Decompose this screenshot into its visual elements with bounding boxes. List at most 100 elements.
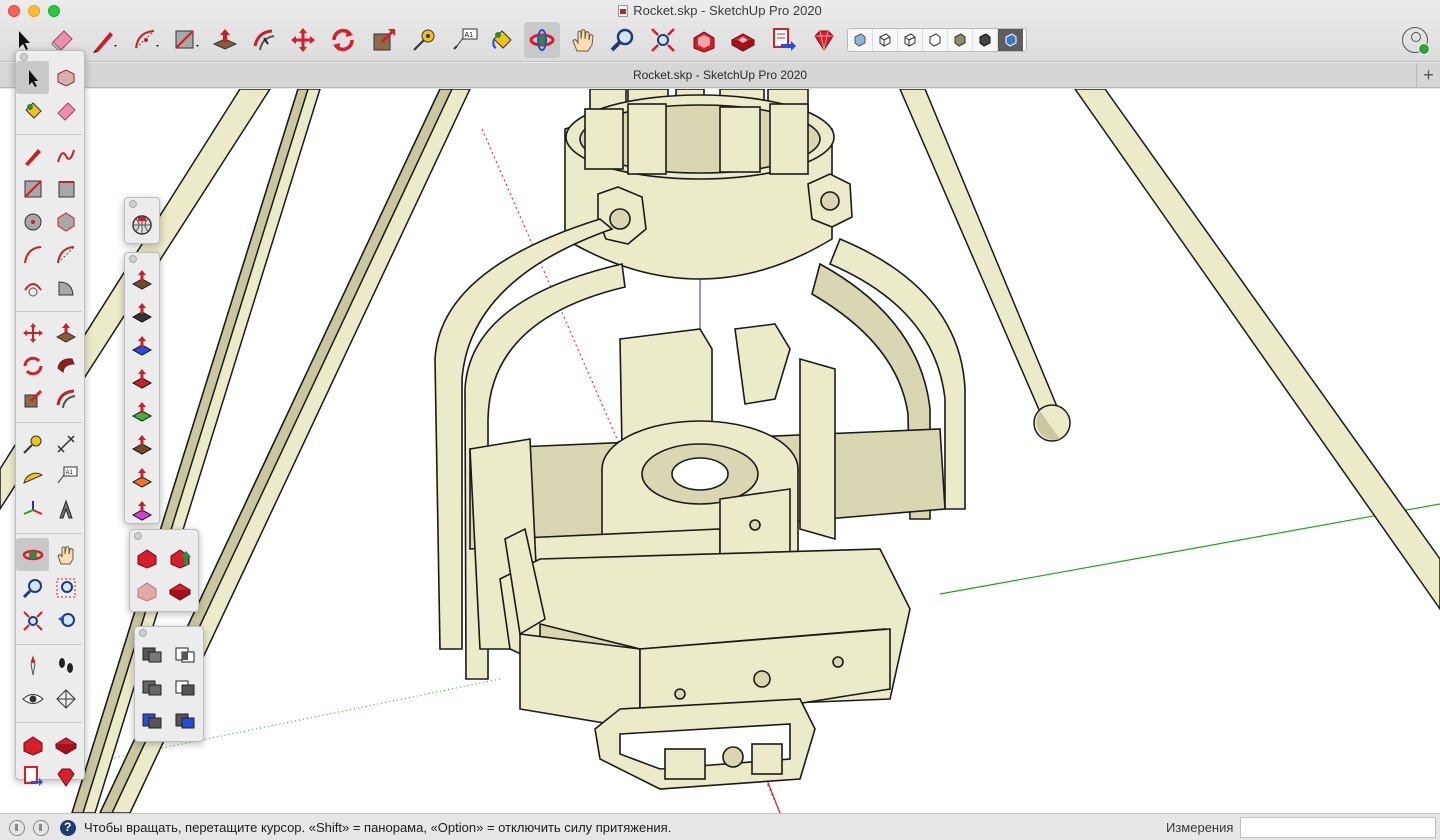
- palette-polygon-button[interactable]: [49, 205, 82, 238]
- palette-3d-warehouse-button[interactable]: [16, 727, 49, 760]
- palette-rotate-button[interactable]: [16, 349, 49, 382]
- get-models-button[interactable]: [130, 540, 163, 573]
- arc-tool-button[interactable]: [128, 22, 164, 58]
- palette-select-button[interactable]: [16, 61, 49, 94]
- palette-zoom-extents-button[interactable]: [16, 604, 49, 637]
- palette-rotated-rectangle-button[interactable]: [49, 172, 82, 205]
- upload-model-button[interactable]: [163, 540, 196, 573]
- palette-tape-measure-button[interactable]: [16, 427, 49, 460]
- monochrome-style-button[interactable]: [998, 29, 1023, 51]
- palette-extension-manager-button[interactable]: [49, 760, 82, 793]
- new-tab-button[interactable]: +: [1416, 63, 1440, 88]
- palette-eraser-button[interactable]: [49, 94, 82, 127]
- sandbox-tool-2-button[interactable]: [125, 296, 158, 329]
- palette-orbit-button[interactable]: [16, 538, 49, 571]
- paint-bucket-tool-button[interactable]: [484, 22, 520, 58]
- palette-3d-text-button[interactable]: [49, 493, 82, 526]
- palette-axes-button[interactable]: [16, 493, 49, 526]
- palette-dimension-button[interactable]: [49, 427, 82, 460]
- sandbox-tool-5-button[interactable]: [125, 395, 158, 428]
- back-edges-style-button[interactable]: [873, 29, 898, 51]
- shaded-textures-style-button[interactable]: [973, 29, 998, 51]
- rectangle-tool-button[interactable]: [168, 22, 204, 58]
- share-model-tool-button[interactable]: [765, 22, 801, 58]
- palette-zoom-button[interactable]: [16, 571, 49, 604]
- scale-tool-button[interactable]: [366, 22, 402, 58]
- palette-freehand-button[interactable]: [49, 139, 82, 172]
- account-profile-icon[interactable]: [1402, 27, 1430, 55]
- subtract-button[interactable]: [168, 670, 201, 703]
- palette-scale-button[interactable]: [16, 382, 49, 415]
- sandbox-tool-1-button[interactable]: [125, 263, 158, 296]
- offset-tool-button[interactable]: [246, 22, 282, 58]
- line-tool-button[interactable]: [86, 22, 122, 58]
- palette-zoom-window-button[interactable]: [49, 571, 82, 604]
- geo-location-icon[interactable]: [9, 820, 25, 836]
- hidden-line-style-button[interactable]: [923, 29, 948, 51]
- rotate-tool-button[interactable]: [325, 22, 361, 58]
- palette-text-button[interactable]: A1: [49, 460, 82, 493]
- instructor-help-icon[interactable]: [60, 820, 76, 836]
- palette-follow-me-button[interactable]: [49, 349, 82, 382]
- share-component-button[interactable]: [130, 573, 163, 606]
- 3d-warehouse-globe-button[interactable]: [125, 208, 158, 241]
- wireframe-style-button[interactable]: [898, 29, 923, 51]
- measurements-input[interactable]: [1240, 817, 1436, 838]
- palette-drag-handle[interactable]: [125, 253, 159, 263]
- title-bar: Rocket.skp - SketchUp Pro 2020 A1: [0, 0, 1440, 62]
- 3d-warehouse-tool-button[interactable]: [686, 22, 722, 58]
- palette-section-plane-button[interactable]: [49, 682, 82, 715]
- palette-drag-handle[interactable]: [135, 627, 203, 637]
- tape-measure-tool-button[interactable]: [406, 22, 442, 58]
- palette-previous-view-button[interactable]: [49, 604, 82, 637]
- orbit-tool-button[interactable]: [524, 22, 560, 58]
- palette-arc-button[interactable]: [16, 238, 49, 271]
- extension-manager-tool-button[interactable]: [806, 22, 842, 58]
- sandbox-tool-7-button[interactable]: [125, 461, 158, 494]
- document-tab[interactable]: Rocket.skp - SketchUp Pro 2020 +: [0, 63, 1440, 88]
- palette-push-pull-button[interactable]: [49, 316, 82, 349]
- palette-drag-handle[interactable]: [16, 51, 84, 61]
- palette-3point-arc-button[interactable]: [16, 271, 49, 304]
- palette-pie-button[interactable]: [49, 271, 82, 304]
- palette-protractor-button[interactable]: [16, 460, 49, 493]
- palette-share-model-button[interactable]: [16, 760, 49, 793]
- extension-warehouse-button[interactable]: [163, 573, 196, 606]
- hidden-line-style-icon: [929, 33, 941, 47]
- palette-2point-arc-button[interactable]: [49, 238, 82, 271]
- zoom-tool-button[interactable]: [605, 22, 641, 58]
- palette-extension-warehouse-button[interactable]: [49, 727, 82, 760]
- extension-warehouse-tool-button[interactable]: [725, 22, 761, 58]
- trim-button[interactable]: [135, 703, 168, 736]
- palette-rectangle-button[interactable]: [16, 172, 49, 205]
- union-button[interactable]: [135, 670, 168, 703]
- xray-style-button[interactable]: [848, 29, 873, 51]
- outer-shell-button[interactable]: [135, 637, 168, 670]
- palette-position-camera-button[interactable]: [16, 649, 49, 682]
- intersect-button[interactable]: [168, 637, 201, 670]
- model-viewport[interactable]: [0, 89, 1440, 813]
- push-pull-tool-button[interactable]: [207, 22, 243, 58]
- palette-make-component-button[interactable]: [49, 61, 82, 94]
- sandbox-tool-4-button[interactable]: [125, 362, 158, 395]
- pan-tool-button[interactable]: [565, 22, 601, 58]
- palette-paint-bucket-button[interactable]: [16, 94, 49, 127]
- palette-drag-handle[interactable]: [130, 530, 198, 540]
- palette-offset-button[interactable]: [49, 382, 82, 415]
- palette-line-button[interactable]: [16, 139, 49, 172]
- sandbox-tool-8-button[interactable]: [125, 494, 158, 527]
- sandbox-tool-6-button[interactable]: [125, 428, 158, 461]
- palette-circle-button[interactable]: [16, 205, 49, 238]
- palette-look-around-button[interactable]: [16, 682, 49, 715]
- palette-drag-handle[interactable]: [125, 198, 159, 208]
- palette-move-button[interactable]: [16, 316, 49, 349]
- sandbox-tool-3-button[interactable]: [125, 329, 158, 362]
- palette-pan-button[interactable]: [49, 538, 82, 571]
- move-tool-button[interactable]: [285, 22, 321, 58]
- text-tool-button[interactable]: A1: [447, 22, 483, 58]
- split-button[interactable]: [168, 703, 201, 736]
- credits-icon[interactable]: [33, 820, 49, 836]
- shaded-style-button[interactable]: [948, 29, 973, 51]
- zoom-extents-tool-button[interactable]: [645, 22, 681, 58]
- palette-walk-button[interactable]: [49, 649, 82, 682]
